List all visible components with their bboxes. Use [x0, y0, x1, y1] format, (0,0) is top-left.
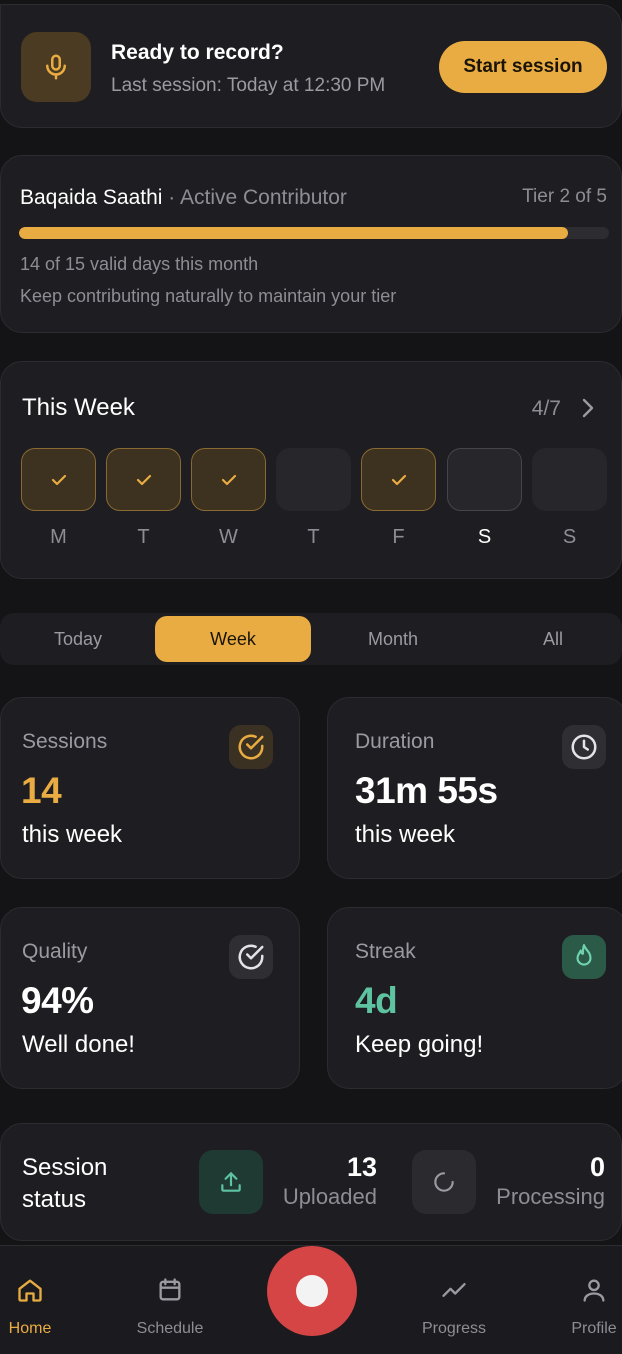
check-circle-icon — [229, 935, 273, 979]
day-label: M — [50, 526, 67, 548]
day-label: F — [392, 526, 405, 548]
day-label: S — [562, 526, 577, 548]
session-status-card: Session status 13 Uploaded 0 Processing — [0, 1123, 622, 1241]
processing-count: 0 — [589, 1152, 605, 1182]
sessions-label: Sessions — [22, 730, 108, 753]
bottom-navigation: Home Schedule Progress Profile — [0, 1245, 622, 1354]
quality-card: Quality 94% Well done! — [0, 907, 300, 1089]
valid-days-text: 14 of 15 valid days this month — [20, 254, 259, 274]
flame-icon — [562, 935, 606, 979]
quality-sub: Well done! — [22, 1031, 135, 1058]
tier-count: Tier 2 of 5 — [522, 186, 607, 207]
sessions-card: Sessions 14 this week — [0, 697, 300, 879]
session-status-title: Session status — [22, 1154, 108, 1213]
streak-sub: Keep going! — [355, 1031, 484, 1058]
day-box[interactable] — [447, 448, 522, 511]
check-circle-icon — [229, 725, 273, 769]
record-dot-icon — [296, 1275, 328, 1307]
tab-all[interactable]: All — [475, 616, 622, 662]
contributor-heading: Baqaida Saathi · Active Contributor — [20, 186, 347, 210]
trend-icon — [404, 1274, 504, 1306]
nav-profile-label: Profile — [571, 1320, 617, 1337]
tier-card: Baqaida Saathi · Active Contributor Tier… — [0, 155, 622, 333]
processing-label: Processing — [496, 1184, 605, 1209]
uploaded-count: 13 — [346, 1152, 377, 1182]
day-label: S — [477, 526, 492, 548]
streak-value: 4d — [355, 980, 398, 1021]
duration-card: Duration 31m 55s this week — [327, 697, 622, 879]
tab-month[interactable]: Month — [315, 616, 471, 662]
separator-dot: · — [168, 186, 176, 209]
chevron-right-icon[interactable] — [577, 396, 599, 420]
contributor-name: Baqaida Saathi — [20, 186, 163, 209]
user-icon — [544, 1274, 622, 1306]
check-icon — [51, 474, 66, 485]
microphone-icon — [21, 32, 91, 102]
day-box[interactable] — [191, 448, 266, 511]
week-count: 4/7 — [531, 397, 561, 420]
nav-progress-label: Progress — [421, 1320, 487, 1337]
calendar-icon — [120, 1274, 220, 1306]
streak-label: Streak — [355, 940, 416, 963]
nav-profile[interactable]: Profile — [544, 1274, 622, 1338]
tier-progress-bar — [19, 227, 609, 239]
day-label: T — [307, 526, 320, 548]
upload-icon — [199, 1150, 263, 1214]
streak-card: Streak 4d Keep going! — [327, 907, 622, 1089]
quality-value: 94% — [21, 980, 94, 1021]
day-label: T — [137, 526, 150, 548]
check-icon — [391, 474, 406, 485]
tier-progress-fill — [19, 227, 568, 239]
nav-schedule-label: Schedule — [136, 1320, 204, 1337]
day-label: W — [219, 526, 238, 548]
quality-label: Quality — [22, 940, 88, 963]
uploaded-label: Uploaded — [282, 1184, 377, 1209]
day-box[interactable] — [106, 448, 181, 511]
check-icon — [221, 474, 236, 485]
tab-today[interactable]: Today — [0, 616, 156, 662]
start-session-button[interactable]: Start session — [439, 41, 607, 93]
day-box[interactable] — [21, 448, 96, 511]
record-button[interactable] — [267, 1246, 357, 1336]
nav-home-label: Home — [8, 1320, 52, 1337]
tab-week[interactable]: Week — [155, 616, 311, 662]
day-box[interactable] — [532, 448, 607, 511]
week-card[interactable]: This Week 4/7 M T W T F S S — [0, 361, 622, 579]
tier-hint-text: Keep contributing naturally to maintain … — [20, 286, 397, 306]
nav-progress[interactable]: Progress — [404, 1274, 504, 1338]
day-box[interactable] — [361, 448, 436, 511]
period-tabs: Today Week Month All — [0, 613, 622, 665]
duration-value: 31m 55s — [355, 770, 498, 811]
nav-home[interactable]: Home — [0, 1274, 80, 1338]
record-card: Ready to record? Last session: Today at … — [0, 4, 622, 128]
day-box[interactable] — [276, 448, 351, 511]
duration-label: Duration — [355, 730, 435, 753]
sessions-sub: this week — [22, 821, 123, 848]
last-session-text: Last session: Today at 12:30 PM — [111, 75, 386, 96]
duration-sub: this week — [355, 821, 456, 848]
spinner-icon — [412, 1150, 476, 1214]
week-title: This Week — [22, 394, 135, 421]
contributor-role: Active Contributor — [179, 186, 347, 209]
record-title: Ready to record? — [111, 41, 284, 64]
sessions-value: 14 — [21, 770, 62, 811]
home-icon — [0, 1274, 80, 1306]
nav-schedule[interactable]: Schedule — [120, 1274, 220, 1338]
check-icon — [136, 474, 151, 485]
clock-icon — [562, 725, 606, 769]
